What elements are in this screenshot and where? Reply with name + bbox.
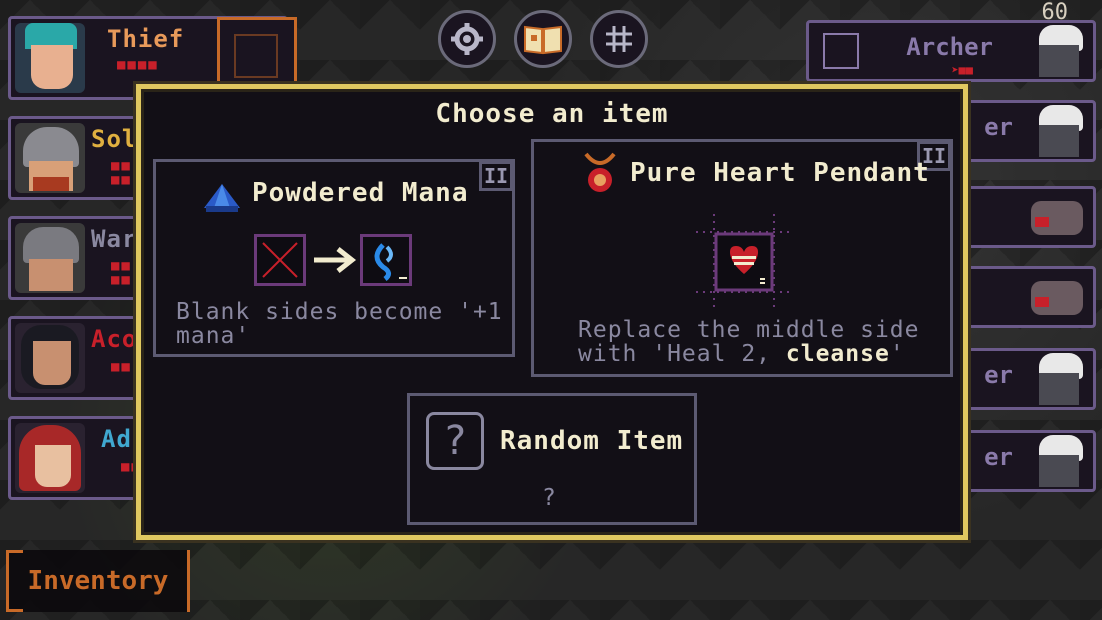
goblin-archer-portrait [1025, 105, 1089, 159]
hero-name: Ad [101, 425, 132, 453]
hero-health-pips: ■■ [111, 359, 132, 375]
dice-side-grid-icon [696, 214, 792, 310]
helmet-soldier-portrait [15, 123, 85, 193]
inventory-button[interactable]: Inventory [6, 550, 190, 612]
pendant-icon [584, 152, 616, 192]
hero-name: Sol [91, 125, 138, 153]
goblin-archer-portrait [1025, 25, 1089, 79]
red-hood-adept-portrait [15, 423, 85, 493]
item-description: ? [542, 485, 557, 511]
monster-name: er [984, 361, 1013, 389]
question-mark-icon: ? [426, 412, 484, 470]
cross-icon [262, 242, 298, 278]
item-description: Replace the middle side with 'Heal 2, cl… [578, 318, 948, 366]
blank-side-face [254, 234, 306, 286]
mana-side-face [360, 234, 412, 286]
item-title: Powdered Mana [252, 178, 469, 208]
monster-health-pips: ➤■■ [951, 63, 973, 77]
gear-icon [451, 23, 483, 55]
dark-hair-acolyte-portrait [15, 323, 85, 393]
settings-button[interactable] [438, 10, 496, 68]
monster-name: er [984, 443, 1013, 471]
goblin-archer-portrait [1025, 435, 1089, 489]
description-text-end: ' [889, 341, 905, 367]
mana-crystal-icon [204, 184, 240, 212]
item-title: Pure Heart Pendant [630, 158, 930, 188]
item-title: Random Item [500, 426, 684, 456]
monster-name: Archer [906, 33, 993, 61]
arrow-right-icon [314, 247, 357, 273]
hero-health-pips: ■■ ■■ [111, 258, 132, 288]
hero-name: Aco [91, 325, 138, 353]
hero-name: War [91, 225, 138, 253]
hash-grid-icon [606, 26, 632, 52]
item-card-powdered-mana[interactable]: II Powdered Mana Blank sides become '+1 … [153, 159, 515, 357]
mana-swirl-icon [374, 243, 407, 281]
grid-button[interactable] [590, 10, 648, 68]
wolf-portrait [1025, 191, 1089, 245]
hero-health-pips: ■■■■ [117, 57, 159, 73]
item-description: Blank sides become '+1 mana' [176, 299, 503, 349]
empty-slot-icon [234, 34, 278, 78]
choose-item-dialog: Choose an item II Powdered Mana Blank si… [136, 84, 968, 540]
wolf-portrait [1025, 271, 1089, 325]
goblin-archer-portrait [1025, 353, 1089, 407]
open-book-icon [524, 25, 562, 55]
hero-health-pips: ■■ ■■ [111, 158, 132, 188]
tier-badge: II [479, 161, 513, 191]
helmet-warrior-portrait [15, 223, 85, 293]
monster-item-slot [823, 33, 859, 69]
monster-panel-archer[interactable]: Archer ➤■■ [806, 20, 1096, 82]
cleanse-keyword: cleanse [785, 341, 890, 367]
monster-name: er [984, 113, 1013, 141]
journal-button[interactable] [514, 10, 572, 68]
item-card-random-item[interactable]: ? Random Item ? [407, 393, 697, 525]
hero-name: Thief [107, 25, 185, 53]
item-card-pure-heart-pendant[interactable]: II Pure Heart Pendant Replace the middle… [531, 139, 953, 377]
dialog-title: Choose an item [435, 99, 669, 129]
teal-hair-thief-portrait [15, 23, 85, 93]
